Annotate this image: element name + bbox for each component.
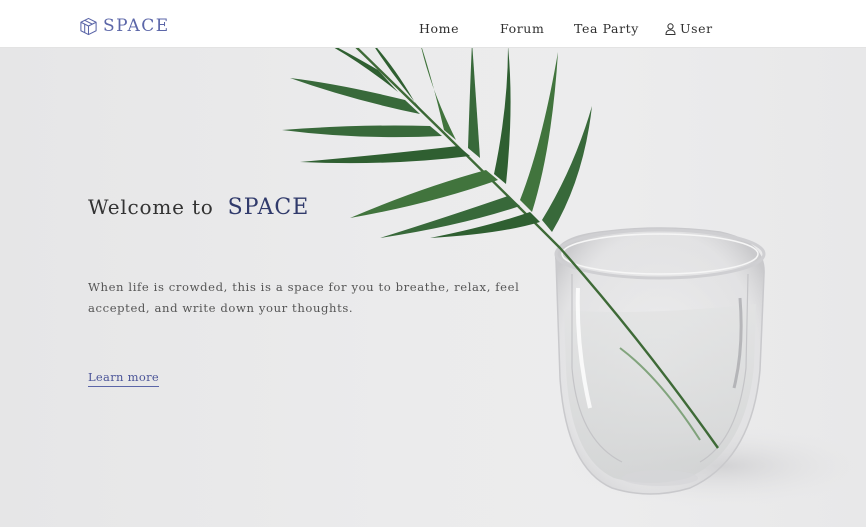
nav-user[interactable]: User	[665, 20, 713, 38]
nav-tea-party[interactable]: Tea Party	[574, 20, 639, 38]
hero-tagline: When life is crowded, this is a space fo…	[88, 277, 528, 319]
tagline-line-1: When life is crowded, this is a space fo…	[88, 280, 520, 294]
learn-more-link[interactable]: Learn more	[88, 370, 159, 387]
welcome-prefix: Welcome to	[88, 195, 214, 219]
welcome-brand: SPACE	[223, 195, 318, 220]
hero-section: Welcome to SPACE When life is crowded, t…	[0, 48, 866, 527]
site-header: SPACE Home Forum Tea Party User	[0, 0, 866, 48]
tagline-line-2: accepted, and write down your thoughts.	[88, 301, 354, 315]
main-nav: Home Forum Tea Party User	[0, 20, 866, 38]
user-icon	[665, 23, 676, 35]
nav-forum[interactable]: Forum	[500, 20, 544, 38]
glass	[554, 227, 766, 495]
nav-home[interactable]: Home	[419, 20, 459, 38]
nav-user-label: User	[680, 21, 713, 36]
palm-leaf	[282, 48, 592, 238]
welcome-heading: Welcome to SPACE	[88, 195, 317, 220]
